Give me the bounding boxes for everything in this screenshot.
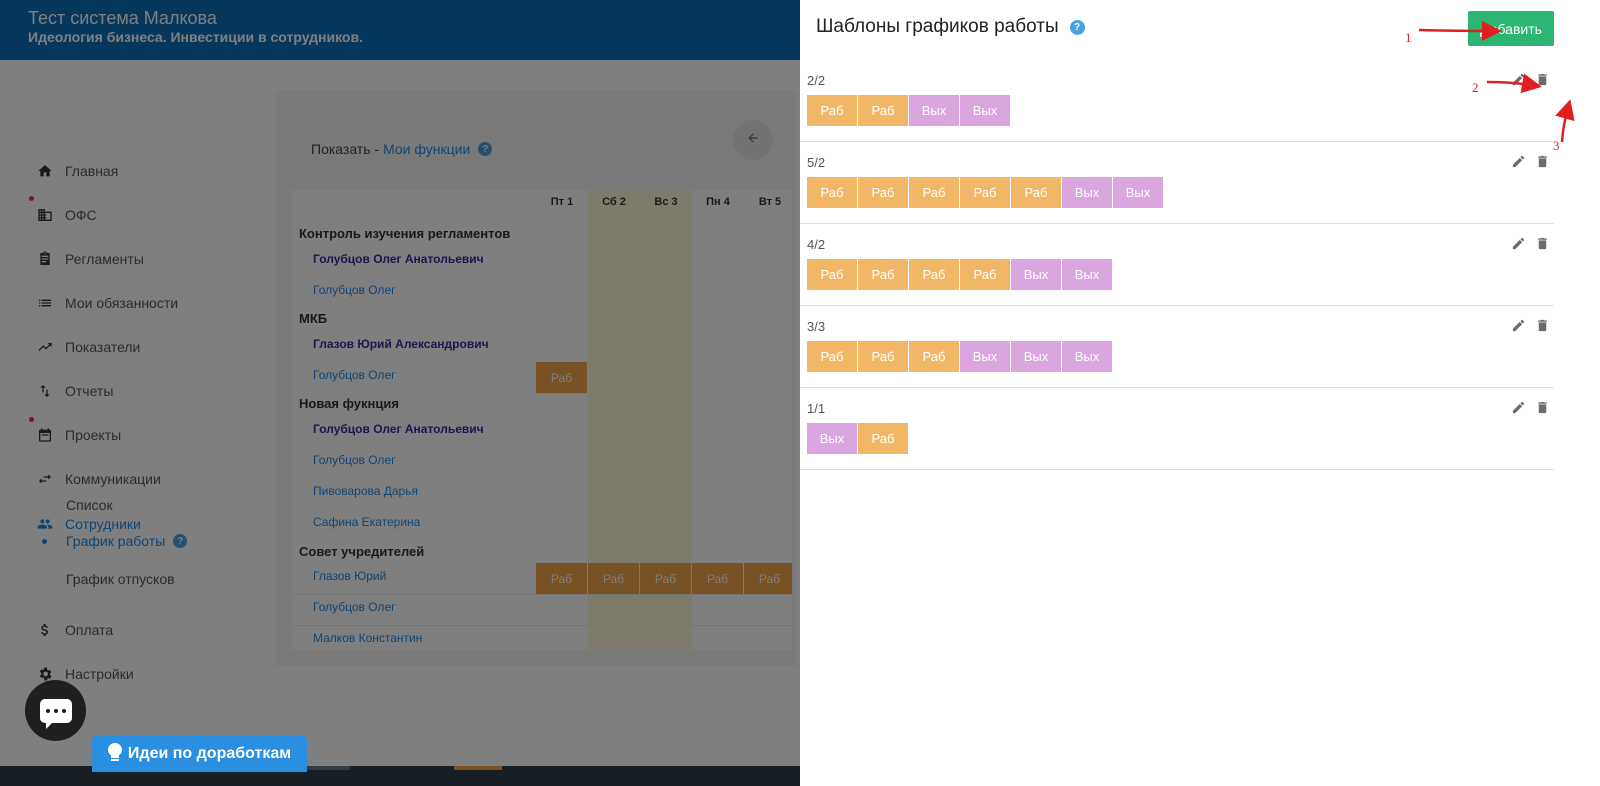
day-work: Раб (858, 341, 908, 372)
day-work: Раб (909, 177, 959, 208)
pencil-icon[interactable] (1510, 235, 1526, 251)
day-work: Раб (960, 259, 1010, 290)
day-work: Раб (858, 95, 908, 126)
day-work: Раб (858, 423, 908, 454)
ideas-label: Идеи по доработкам (127, 745, 292, 762)
day-work: Раб (909, 259, 959, 290)
annotation-label: 2 (1472, 80, 1479, 95)
day-off: Вых (1011, 259, 1061, 290)
day-work: Раб (858, 177, 908, 208)
day-work: Раб (807, 95, 857, 126)
day-off: Вых (1062, 341, 1112, 372)
template-row: 4/2 Раб Раб Раб Раб Вых Вых (800, 224, 1554, 306)
pencil-icon[interactable] (1510, 317, 1526, 333)
template-row: 5/2 Раб Раб Раб Раб Раб Вых Вых (800, 142, 1554, 224)
day-work: Раб (1011, 177, 1061, 208)
template-name: 4/2 (807, 237, 826, 252)
pencil-icon[interactable] (1510, 153, 1526, 169)
day-off: Вых (960, 341, 1010, 372)
day-off: Вых (807, 423, 857, 454)
day-off: Вых (960, 95, 1010, 126)
template-days: Раб Раб Раб Раб Раб Вых Вых (807, 177, 1163, 208)
template-name: 3/3 (807, 319, 826, 334)
template-name: 1/1 (807, 401, 826, 416)
day-work: Раб (858, 259, 908, 290)
templates-panel: Шаблоны графиков работы ? Добавить 2/2 Р… (800, 0, 1600, 786)
lightbulb-icon (107, 742, 122, 766)
trash-icon[interactable] (1534, 317, 1550, 333)
template-row: 1/1 Вых Раб (800, 388, 1554, 470)
template-actions (1510, 71, 1550, 87)
day-work: Раб (807, 177, 857, 208)
annotation-label: 1 (1405, 30, 1412, 45)
day-off: Вых (1062, 259, 1112, 290)
template-days: Вых Раб (807, 423, 908, 454)
chat-icon (39, 698, 72, 729)
annotation-label: 3 (1553, 138, 1560, 153)
template-days: Раб Раб Раб Вых Вых Вых (807, 341, 1112, 372)
template-row: 2/2 Раб Раб Вых Вых (800, 60, 1554, 142)
template-actions (1510, 153, 1550, 169)
template-days: Раб Раб Вых Вых (807, 95, 1010, 126)
modal-overlay[interactable] (0, 0, 800, 786)
trash-icon[interactable] (1534, 153, 1550, 169)
panel-title: Шаблоны графиков работы ? (816, 16, 1085, 38)
day-off: Вых (1062, 177, 1112, 208)
day-off: Вых (909, 95, 959, 126)
template-actions (1510, 399, 1550, 415)
template-actions (1510, 235, 1550, 251)
day-off: Вых (1011, 341, 1061, 372)
trash-icon[interactable] (1534, 235, 1550, 251)
template-days: Раб Раб Раб Раб Вых Вых (807, 259, 1112, 290)
help-icon[interactable]: ? (1069, 19, 1085, 35)
template-name: 2/2 (807, 73, 826, 88)
panel-title-text: Шаблоны графиков работы (816, 16, 1059, 37)
template-name: 5/2 (807, 155, 826, 170)
template-row: 3/3 Раб Раб Раб Вых Вых Вых (800, 306, 1554, 388)
chat-button[interactable] (25, 680, 86, 741)
day-work: Раб (909, 341, 959, 372)
day-work: Раб (960, 177, 1010, 208)
pencil-icon[interactable] (1510, 399, 1526, 415)
trash-icon[interactable] (1534, 399, 1550, 415)
template-actions (1510, 317, 1550, 333)
add-button[interactable]: Добавить (1468, 11, 1554, 46)
trash-icon[interactable] (1534, 71, 1550, 87)
pencil-icon[interactable] (1510, 71, 1526, 87)
day-off: Вых (1113, 177, 1163, 208)
day-work: Раб (807, 259, 857, 290)
day-work: Раб (807, 341, 857, 372)
ideas-button[interactable]: Идеи по доработкам (92, 736, 307, 772)
